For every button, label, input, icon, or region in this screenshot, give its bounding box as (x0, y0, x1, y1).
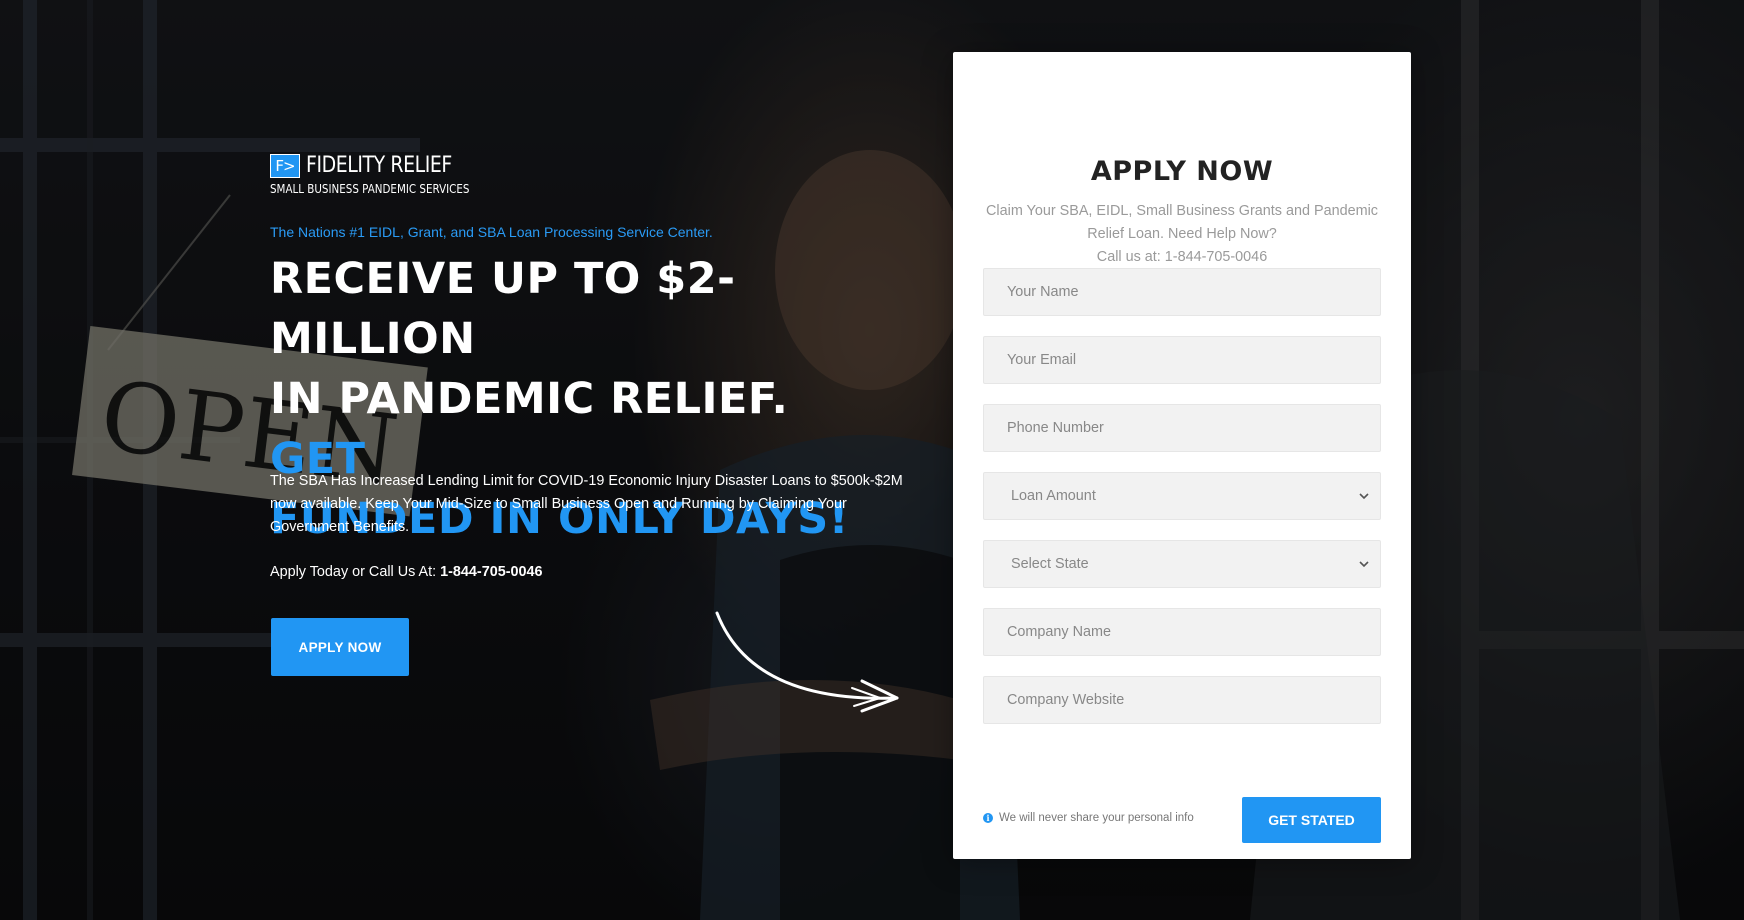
hero-description: The SBA Has Increased Lending Limit for … (270, 473, 903, 535)
apply-form-card: APPLY NOW Claim Your SBA, EIDL, Small Bu… (953, 52, 1411, 859)
hero-tagline: The Nations #1 EIDL, Grant, and SBA Loan… (270, 224, 713, 240)
curved-arrow-icon (715, 611, 899, 713)
loan-amount-select[interactable]: Loan Amount (983, 472, 1381, 520)
chevron-down-icon (1359, 561, 1369, 568)
logo-name: FIDELITY RELIEF (306, 153, 452, 178)
chevron-down-icon (1359, 493, 1369, 500)
state-value: Select State (1011, 556, 1089, 572)
loan-amount-value: Loan Amount (1011, 488, 1096, 504)
privacy-note: i We will never share your personal info (983, 812, 1194, 824)
company-name-input[interactable] (983, 608, 1381, 656)
phone-input[interactable] (983, 404, 1381, 452)
headline-line-1: RECEIVE UP TO $2-MILLION (270, 254, 736, 364)
call-phone-number[interactable]: 1-844-705-0046 (440, 564, 542, 580)
brand-logo[interactable]: F> FIDELITY RELIEF SMALL BUSINESS PANDEM… (270, 152, 480, 196)
logo-subtitle: SMALL BUSINESS PANDEMIC SERVICES (270, 182, 470, 196)
form-subtitle-line-1: Claim Your SBA, EIDL, Small Business Gra… (986, 203, 1378, 219)
headline-line-2: IN PANDEMIC RELIEF. (270, 374, 789, 424)
form-title: APPLY NOW (1090, 156, 1274, 187)
privacy-note-text: We will never share your personal info (999, 812, 1194, 824)
apply-now-button[interactable]: APPLY NOW (271, 618, 409, 676)
call-prefix: Apply Today or Call Us At: (270, 564, 437, 580)
get-started-button[interactable]: GET STATED (1242, 797, 1381, 843)
email-input[interactable] (983, 336, 1381, 384)
info-icon: i (983, 813, 993, 823)
form-subtitle-line-3: Call us at: 1-844-705-0046 (1096, 249, 1268, 265)
form-subtitle-line-2: Relief Loan. Need Help Now? (1087, 226, 1277, 242)
hero-section: OPEN F> FIDELITY RELIEF SMALL BUSINESS P… (0, 0, 1744, 920)
company-website-input[interactable] (983, 676, 1381, 724)
form-subtitle: Claim Your SBA, EIDL, Small Business Gra… (983, 200, 1381, 269)
hero-call-line: Apply Today or Call Us At: 1-844-705-004… (270, 562, 543, 582)
logo-mark-icon: F> (270, 154, 300, 178)
state-select[interactable]: Select State (983, 540, 1381, 588)
name-input[interactable] (983, 268, 1381, 316)
